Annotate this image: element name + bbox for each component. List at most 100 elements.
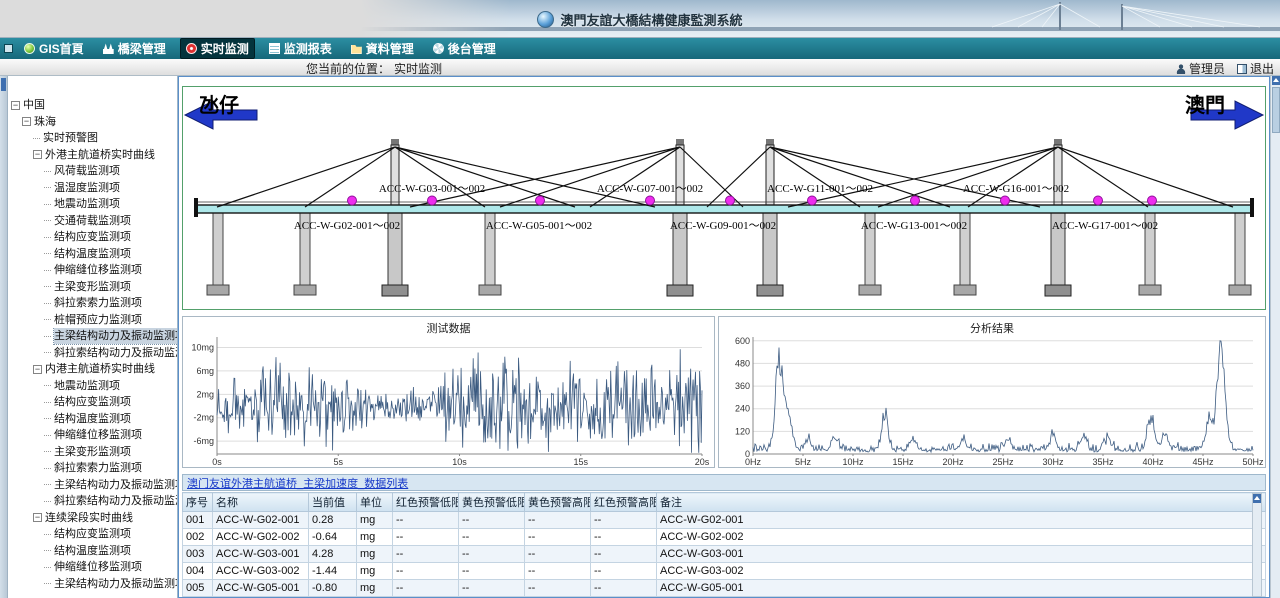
breadcrumb-prefix: 您当前的位置： <box>306 62 390 76</box>
tree-item[interactable]: 结构应变监测项 <box>8 394 177 411</box>
collapse-icon[interactable]: − <box>33 150 42 159</box>
tree-item[interactable]: 地震动监测项 <box>8 378 177 395</box>
tree-item[interactable]: −外港主航道桥实时曲线 <box>8 147 177 164</box>
tree-item[interactable]: 斜拉索索力监测项 <box>8 295 177 312</box>
cell: ACC-W-G03-001 <box>657 546 1266 563</box>
tree-item[interactable]: 斜拉索结构动力及振动监测项 <box>8 345 177 362</box>
tree-item[interactable]: 桩帽预应力监测项 <box>8 312 177 329</box>
scroll-up-button[interactable] <box>1272 76 1280 85</box>
svg-text:-6mg: -6mg <box>193 436 214 446</box>
tree-item[interactable]: 地震动监测项 <box>8 196 177 213</box>
tree-item[interactable]: 交通荷载监测项 <box>8 213 177 230</box>
tree-item[interactable]: 主梁变形监测项 <box>8 444 177 461</box>
tree-item[interactable]: −连续梁段实时曲线 <box>8 510 177 527</box>
tree-connector <box>44 303 51 304</box>
cell: ACC-W-G02-001 <box>213 512 309 529</box>
tree-connector <box>44 435 51 436</box>
column-header[interactable]: 备注 <box>657 493 1266 512</box>
table-row[interactable]: 001ACC-W-G02-0010.28mg--------ACC-W-G02-… <box>183 512 1266 529</box>
splitter-handle[interactable] <box>1 78 6 91</box>
tree-item[interactable]: 结构温度监测项 <box>8 411 177 428</box>
svg-text:600: 600 <box>735 336 750 346</box>
tree-item[interactable]: 温湿度监测项 <box>8 180 177 197</box>
tree-connector <box>44 237 51 238</box>
realtime-icon <box>186 43 197 54</box>
tree-item[interactable]: 主梁结构动力及振动监测项 <box>8 328 177 345</box>
bridge-icon <box>103 43 114 54</box>
user-icon <box>1176 64 1186 74</box>
tree-item[interactable]: −内港主航道桥实时曲线 <box>8 361 177 378</box>
cell: -- <box>393 580 459 597</box>
user-label: 管理员 <box>1189 60 1225 77</box>
column-header[interactable]: 黄色预警高限 <box>525 493 591 512</box>
tree-item[interactable]: 结构应变监测项 <box>8 526 177 543</box>
cell: -- <box>591 529 657 546</box>
tree-item[interactable]: 风荷载监测项 <box>8 163 177 180</box>
svg-text:40Hz: 40Hz <box>1142 457 1164 467</box>
collapse-icon[interactable]: − <box>33 365 42 374</box>
column-header[interactable]: 当前值 <box>309 493 357 512</box>
main-scrollbar[interactable] <box>1270 76 1280 598</box>
column-header[interactable]: 红色预警低限 <box>393 493 459 512</box>
tree-item[interactable]: 伸缩缝位移监测项 <box>8 559 177 576</box>
tree-item[interactable]: 主梁变形监测项 <box>8 279 177 296</box>
table-row[interactable]: 004ACC-W-G03-002-1.44mg--------ACC-W-G03… <box>183 563 1266 580</box>
sensor-label: ACC-W-G07-001～002 <box>597 180 703 196</box>
tree-item-label: 实时预警图 <box>43 130 98 146</box>
tree-item-label: 主梁变形监测项 <box>54 279 131 295</box>
cell: -- <box>525 546 591 563</box>
tree-item-label: 主梁变形监测项 <box>54 444 131 460</box>
tree-item[interactable]: −珠海 <box>8 114 177 131</box>
collapse-icon[interactable]: − <box>11 101 20 110</box>
tree-item[interactable]: 主梁结构动力及振动监测项 <box>8 576 177 593</box>
nav-item-bridge-mgmt[interactable]: 橋梁管理 <box>98 39 171 58</box>
collapse-icon[interactable]: − <box>22 117 31 126</box>
globe-icon <box>24 43 35 54</box>
nav-item-reports[interactable]: 监测报表 <box>264 39 337 58</box>
nav-item-data-mgmt[interactable]: 資料管理 <box>346 39 419 58</box>
analysis-chart: 分析结果 01202403604806000Hz5Hz10Hz15Hz20Hz2… <box>718 316 1266 468</box>
logout-icon <box>1237 64 1247 74</box>
column-header[interactable]: 黄色预警低限 <box>459 493 525 512</box>
tree-item[interactable]: 结构温度监测项 <box>8 543 177 560</box>
sensor-dot <box>536 196 545 205</box>
scroll-thumb[interactable] <box>1272 87 1280 133</box>
data-list-tab[interactable]: 澳门友谊外港主航道桥_主梁加速度_数据列表 <box>187 475 408 491</box>
table-row[interactable]: 002ACC-W-G02-002-0.64mg--------ACC-W-G02… <box>183 529 1266 546</box>
bridge-panel: 氹仔 澳門 ACC-W-G03-001～002ACC-W-G07-001～002… <box>182 86 1266 310</box>
tree-item[interactable]: 伸缩缝位移监测项 <box>8 262 177 279</box>
tree-item[interactable]: −中国 <box>8 97 177 114</box>
column-header[interactable]: 单位 <box>357 493 393 512</box>
cell: ACC-W-G02-001 <box>657 512 1266 529</box>
table-row[interactable]: 003ACC-W-G03-0014.28mg--------ACC-W-G03-… <box>183 546 1266 563</box>
column-header[interactable]: 红色预警高限 <box>591 493 657 512</box>
column-header[interactable]: 序号 <box>183 493 213 512</box>
cell: 001 <box>183 512 213 529</box>
logout-button[interactable]: 退出 <box>1237 60 1274 77</box>
nav-item-admin[interactable]: 後台管理 <box>428 39 501 58</box>
nav-corner-icon <box>4 44 13 53</box>
tree-item[interactable]: 结构应变监测项 <box>8 229 177 246</box>
user-menu[interactable]: 管理员 <box>1176 60 1225 77</box>
svg-text:20Hz: 20Hz <box>942 457 964 467</box>
table-scrollbar[interactable] <box>1252 493 1262 597</box>
bridge-left-label: 氹仔 <box>199 89 239 118</box>
table-scroll-up-button[interactable] <box>1253 494 1261 503</box>
tree-item[interactable]: 结构温度监测项 <box>8 246 177 263</box>
tree-item[interactable]: 斜拉索索力监测项 <box>8 460 177 477</box>
tree-item[interactable]: 斜拉索结构动力及振动监测项 <box>8 493 177 510</box>
sensor-dot <box>428 196 437 205</box>
test-data-plot: 10mg6mg2mg-2mg-6mg0s5s10s15s20s <box>183 333 714 467</box>
tree-item[interactable]: 伸缩缝位移监测项 <box>8 427 177 444</box>
tree-item[interactable]: 主梁结构动力及振动监测项 <box>8 477 177 494</box>
table-row[interactable]: 005ACC-W-G05-001-0.80mg--------ACC-W-G05… <box>183 580 1266 597</box>
sidebar-splitter[interactable] <box>0 76 8 598</box>
cell: -- <box>525 563 591 580</box>
collapse-icon[interactable]: − <box>33 513 42 522</box>
sensor-dot <box>808 196 817 205</box>
nav-item-gis-home[interactable]: GIS首頁 <box>19 39 89 58</box>
tree-connector <box>44 319 51 320</box>
tree-item[interactable]: 实时预警图 <box>8 130 177 147</box>
nav-item-realtime[interactable]: 实时监测 <box>180 38 255 59</box>
column-header[interactable]: 名称 <box>213 493 309 512</box>
